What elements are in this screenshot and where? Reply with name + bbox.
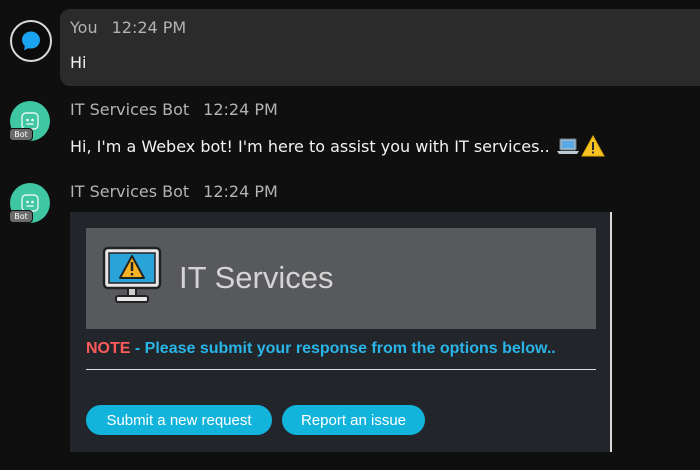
note-text: Please submit your response from the opt…: [144, 340, 556, 357]
bot-message-text: Hi, I'm a Webex bot! I'm here to assist …: [70, 136, 550, 156]
sender-name: IT Services Bot: [70, 182, 190, 201]
card-header: IT Services: [86, 228, 596, 329]
adaptive-card: IT Services NOTE - Please submit your re…: [70, 212, 612, 452]
note-dash: -: [130, 340, 145, 357]
message-time: 12:24 PM: [203, 182, 278, 201]
bot-badge: Bot: [9, 210, 33, 223]
laptop-icon: [556, 138, 579, 154]
message-time: 12:24 PM: [203, 100, 278, 119]
sender-name: IT Services Bot: [70, 100, 190, 119]
bot-badge: Bot: [9, 128, 33, 141]
submit-new-request-button[interactable]: Submit a new request: [86, 405, 272, 435]
note-label: NOTE: [86, 340, 131, 357]
card-divider: [86, 369, 596, 370]
report-issue-button[interactable]: Report an issue: [282, 405, 425, 435]
bot-message-meta: IT Services Bot 12:24 PM: [70, 182, 278, 201]
card-note: NOTE - Please submit your response from …: [86, 340, 556, 358]
sender-name: You: [70, 18, 98, 37]
bot-message-meta: IT Services Bot 12:24 PM: [70, 100, 278, 119]
card-title: IT Services: [179, 260, 334, 295]
self-message-meta: You 12:24 PM: [70, 18, 186, 37]
self-message-text: Hi: [70, 53, 87, 72]
warning-icon: [580, 135, 605, 157]
message-time: 12:24 PM: [111, 18, 187, 37]
monitor-warning-icon: [102, 246, 162, 303]
chat-bubble-icon: [22, 31, 40, 51]
bot-message-text-row: Hi, I'm a Webex bot! I'm here to assist …: [70, 135, 605, 157]
self-avatar[interactable]: [10, 20, 52, 62]
